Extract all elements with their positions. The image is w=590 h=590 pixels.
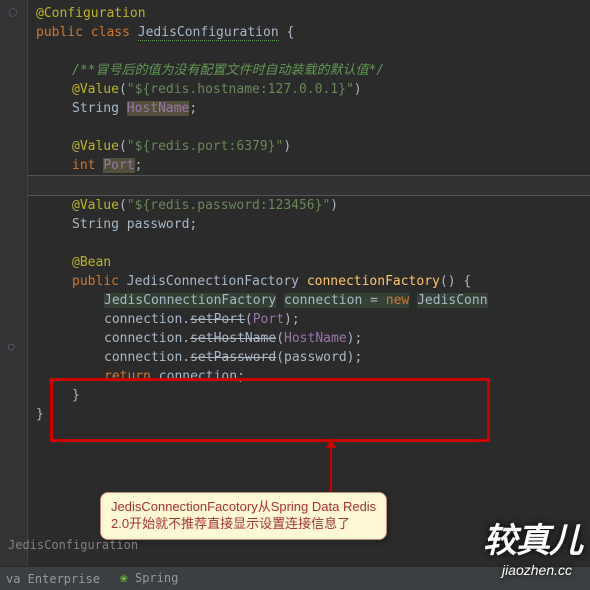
method-name: connectionFactory [307, 274, 440, 289]
gutter-icon: ⬡ [8, 6, 18, 19]
annotation-value: @Value [72, 198, 119, 213]
status-item-spring[interactable]: Spring [135, 571, 178, 585]
type-string: String [72, 101, 119, 116]
breadcrumb[interactable]: JedisConfiguration [8, 538, 138, 552]
spring-icon: ❀ [120, 571, 128, 586]
status-item-enterprise[interactable]: va Enterprise [6, 572, 100, 586]
string-hostname: "${redis.hostname:127.0.0.1}" [127, 82, 354, 97]
callout-line2: 2.0开始就不推荐直接显示设置连接信息了 [111, 516, 376, 533]
keyword-public: public [36, 25, 83, 40]
annotation-configuration: @Configuration [36, 6, 146, 21]
new-expression: JedisConn [417, 293, 487, 308]
string-port: "${redis.port:6379}" [127, 139, 284, 154]
annotation-value: @Value [72, 82, 119, 97]
field-password: password [127, 217, 190, 232]
gutter-icon: ○ [8, 340, 15, 353]
callout-box: JedisConnectionFacotory从Spring Data Redi… [100, 492, 387, 540]
keyword-class: class [91, 25, 130, 40]
arrow-icon [330, 446, 332, 492]
keyword-return: return [104, 369, 151, 384]
editor-gutter: ⬡ ○ [0, 0, 28, 590]
annotation-value: @Value [72, 139, 119, 154]
field-port: Port [103, 158, 134, 173]
string-password: "${redis.password:123456}" [127, 198, 331, 213]
code-editor[interactable]: @Configuration public class JedisConfigu… [28, 0, 590, 428]
method-setport: setPort [190, 312, 245, 327]
watermark-main: 较真儿 [483, 513, 582, 562]
type-string: String [72, 217, 119, 232]
watermark-sub: jiaozhen.cc [502, 562, 572, 578]
caret-line[interactable] [28, 175, 590, 196]
callout-line1: JedisConnectionFacotory从Spring Data Redi… [111, 499, 376, 516]
comment-line: /**冒号后的值为没有配置文件时自动装载的默认值*/ [72, 63, 384, 78]
method-sethostname: setHostName [190, 331, 276, 346]
field-hostname: HostName [127, 101, 190, 116]
type-int: int [72, 158, 95, 173]
method-setpassword: setPassword [190, 350, 276, 365]
class-name: JedisConfiguration [138, 25, 279, 41]
return-type: JedisConnectionFactory [127, 274, 299, 289]
annotation-bean: @Bean [72, 255, 111, 270]
